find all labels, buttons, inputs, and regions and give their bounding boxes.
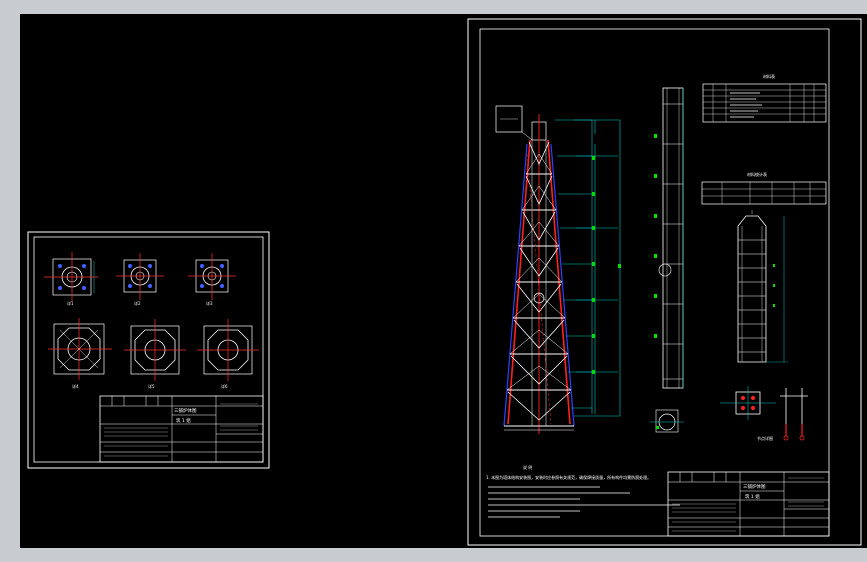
- material-statistics-table: 材料统计表: [701, 171, 827, 205]
- left-title-block: 三铺炉体图 筑 1 组: [99, 395, 264, 463]
- ladder-elevation: [650, 87, 684, 433]
- cad-drawing-canvas[interactable]: 详1 详2 详3 详4 详5 详6 三铺炉体图 筑 1 组 材料表 材料统计表 …: [20, 14, 867, 548]
- material-statistics-label: 材料统计表: [747, 171, 767, 177]
- right-project-name: 三铺炉体图: [743, 483, 766, 490]
- left-sheet: 详1 详2 详3 详4 详5 详6 三铺炉体图 筑 1 组: [27, 231, 270, 469]
- material-table: 材料表: [702, 73, 827, 123]
- tower-elevation: [495, 105, 575, 434]
- notes-first-line: 1. 本图为塔体结构安装图，安装时应参照有关规范，确保焊接质量，所有构件均需防腐…: [486, 474, 651, 480]
- left-project-name: 三铺炉体图: [174, 407, 197, 414]
- view-label-2: 详2: [134, 300, 141, 306]
- notes-section: 说 明 1. 本图为塔体结构安装图，安装时应参照有关规范，确保焊接质量，所有构件…: [486, 464, 680, 518]
- plan-view-2: [116, 253, 164, 300]
- view-label-1: 详1: [67, 300, 74, 306]
- plan-view-5: [124, 319, 186, 381]
- node-detail: 节点详图: [720, 386, 808, 441]
- plan-view-3: [188, 253, 236, 300]
- view-label-3: 详3: [206, 300, 213, 306]
- right-drawing-name: 筑 1 组: [745, 493, 760, 500]
- right-sheet: 材料表 材料统计表 节点详图 说 明 1. 本图为塔体结构安装图，安装时应参照有…: [467, 18, 862, 546]
- view-label-5: 详5: [148, 383, 155, 389]
- view-label-6: 详6: [221, 383, 228, 389]
- left-drawing-name: 筑 1 组: [176, 417, 191, 424]
- plan-view-1: [44, 252, 98, 302]
- right-title-block: 三铺炉体图 筑 1 组: [667, 471, 830, 537]
- tower-dimensions: [555, 119, 621, 417]
- node-detail-label: 节点详图: [757, 435, 773, 441]
- notes-title: 说 明: [523, 464, 532, 470]
- ladder-cage-detail: [737, 210, 788, 363]
- plan-view-4: [48, 318, 112, 380]
- plan-view-6: [197, 319, 259, 381]
- view-label-4: 详4: [72, 383, 79, 389]
- material-table-label: 材料表: [763, 73, 775, 79]
- tower-green-markers: [592, 156, 621, 374]
- cad-viewport[interactable]: 详1 详2 详3 详4 详5 详6 三铺炉体图 筑 1 组 材料表 材料统计表 …: [20, 14, 867, 548]
